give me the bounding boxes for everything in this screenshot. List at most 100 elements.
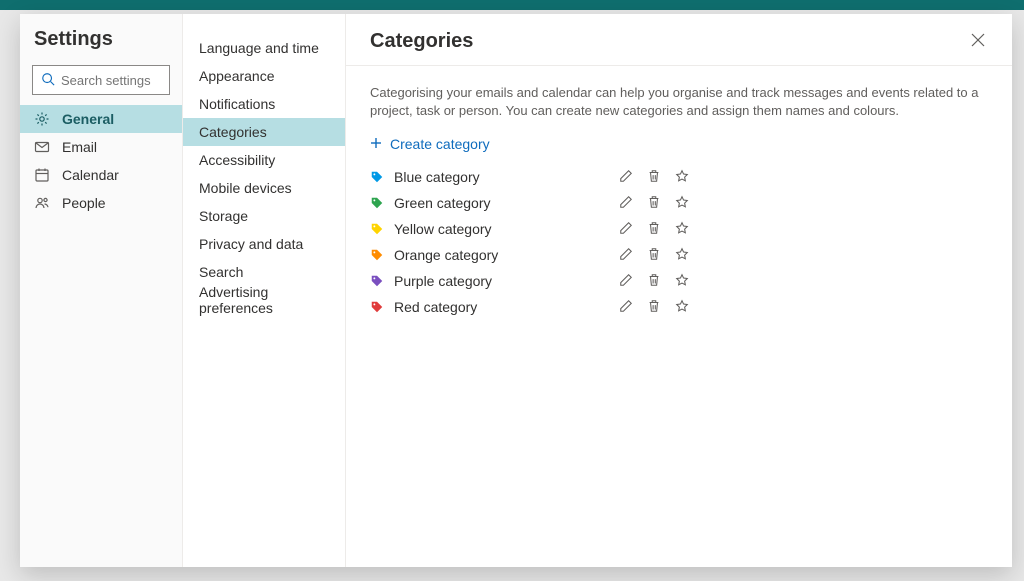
favorite-category-button[interactable] bbox=[674, 195, 690, 211]
panel-description: Categorising your emails and calendar ca… bbox=[370, 84, 988, 120]
category-tag-icon bbox=[370, 300, 384, 314]
create-category-button[interactable]: Create category bbox=[370, 136, 490, 152]
category-row: Purple category bbox=[370, 268, 690, 294]
star-icon bbox=[675, 195, 689, 212]
delete-category-button[interactable] bbox=[646, 169, 662, 185]
subnav-label: Accessibility bbox=[199, 152, 275, 168]
subnav-label: Mobile devices bbox=[199, 180, 292, 196]
panel-title: Categories bbox=[370, 30, 473, 53]
category-tag-icon bbox=[370, 170, 384, 184]
nav-item-label: Email bbox=[62, 139, 97, 155]
edit-category-button[interactable] bbox=[618, 247, 634, 263]
category-row: Yellow category bbox=[370, 216, 690, 242]
pencil-icon bbox=[619, 221, 633, 238]
subnav-label: Storage bbox=[199, 208, 248, 224]
edit-category-button[interactable] bbox=[618, 221, 634, 237]
category-label: Red category bbox=[394, 299, 618, 315]
people-icon bbox=[34, 195, 50, 211]
calendar-icon bbox=[34, 167, 50, 183]
favorite-category-button[interactable] bbox=[674, 273, 690, 289]
subnav-appearance[interactable]: Appearance bbox=[183, 62, 345, 90]
trash-icon bbox=[647, 273, 661, 290]
delete-category-button[interactable] bbox=[646, 299, 662, 315]
trash-icon bbox=[647, 169, 661, 186]
category-tag-icon bbox=[370, 248, 384, 262]
close-button[interactable] bbox=[968, 32, 988, 52]
category-tag-icon bbox=[370, 222, 384, 236]
delete-category-button[interactable] bbox=[646, 221, 662, 237]
category-label: Yellow category bbox=[394, 221, 618, 237]
subnav-label: Language and time bbox=[199, 40, 319, 56]
category-label: Blue category bbox=[394, 169, 618, 185]
subnav-privacy-and-data[interactable]: Privacy and data bbox=[183, 230, 345, 258]
delete-category-button[interactable] bbox=[646, 247, 662, 263]
favorite-category-button[interactable] bbox=[674, 299, 690, 315]
category-list: Blue category Green category Yellow cate… bbox=[370, 164, 988, 320]
gear-icon bbox=[34, 111, 50, 127]
settings-primary-nav: General Email bbox=[20, 105, 182, 217]
nav-email[interactable]: Email bbox=[20, 133, 182, 161]
subnav-label: Advertising preferences bbox=[199, 284, 329, 316]
settings-sidebar-secondary: Language and time Appearance Notificatio… bbox=[183, 14, 346, 567]
category-row: Blue category bbox=[370, 164, 690, 190]
settings-dialog: Settings Gener bbox=[20, 14, 1012, 567]
subnav-storage[interactable]: Storage bbox=[183, 202, 345, 230]
subnav-advertising-preferences[interactable]: Advertising preferences bbox=[183, 286, 345, 314]
subnav-search[interactable]: Search bbox=[183, 258, 345, 286]
edit-category-button[interactable] bbox=[618, 195, 634, 211]
pencil-icon bbox=[619, 169, 633, 186]
delete-category-button[interactable] bbox=[646, 273, 662, 289]
nav-calendar[interactable]: Calendar bbox=[20, 161, 182, 189]
mail-icon bbox=[34, 139, 50, 155]
nav-people[interactable]: People bbox=[20, 189, 182, 217]
subnav-categories[interactable]: Categories bbox=[183, 118, 345, 146]
category-row: Orange category bbox=[370, 242, 690, 268]
category-tag-icon bbox=[370, 196, 384, 210]
app-title-bar bbox=[0, 0, 1024, 10]
subnav-notifications[interactable]: Notifications bbox=[183, 90, 345, 118]
settings-search[interactable] bbox=[32, 65, 170, 95]
edit-category-button[interactable] bbox=[618, 273, 634, 289]
star-icon bbox=[675, 247, 689, 264]
settings-title: Settings bbox=[20, 28, 182, 65]
star-icon bbox=[675, 299, 689, 316]
edit-category-button[interactable] bbox=[618, 299, 634, 315]
subnav-label: Categories bbox=[199, 124, 267, 140]
subnav-label: Appearance bbox=[199, 68, 275, 84]
favorite-category-button[interactable] bbox=[674, 247, 690, 263]
nav-item-label: People bbox=[62, 195, 106, 211]
subnav-accessibility[interactable]: Accessibility bbox=[183, 146, 345, 174]
pencil-icon bbox=[619, 195, 633, 212]
nav-general[interactable]: General bbox=[20, 105, 182, 133]
subnav-label: Search bbox=[199, 264, 243, 280]
favorite-category-button[interactable] bbox=[674, 221, 690, 237]
category-tag-icon bbox=[370, 274, 384, 288]
subnav-label: Privacy and data bbox=[199, 236, 303, 252]
category-row: Green category bbox=[370, 190, 690, 216]
create-category-label: Create category bbox=[390, 136, 490, 152]
settings-secondary-nav: Language and time Appearance Notificatio… bbox=[183, 34, 345, 314]
subnav-language-and-time[interactable]: Language and time bbox=[183, 34, 345, 62]
delete-category-button[interactable] bbox=[646, 195, 662, 211]
star-icon bbox=[675, 169, 689, 186]
pencil-icon bbox=[619, 247, 633, 264]
subnav-mobile-devices[interactable]: Mobile devices bbox=[183, 174, 345, 202]
star-icon bbox=[675, 273, 689, 290]
nav-item-label: Calendar bbox=[62, 167, 119, 183]
category-row: Red category bbox=[370, 294, 690, 320]
trash-icon bbox=[647, 299, 661, 316]
pencil-icon bbox=[619, 299, 633, 316]
edit-category-button[interactable] bbox=[618, 169, 634, 185]
search-icon bbox=[41, 72, 55, 89]
favorite-category-button[interactable] bbox=[674, 169, 690, 185]
category-label: Purple category bbox=[394, 273, 618, 289]
settings-search-input[interactable] bbox=[61, 73, 161, 88]
settings-content-panel: Categories Categorising your emails and … bbox=[346, 14, 1012, 567]
settings-sidebar-primary: Settings Gener bbox=[20, 14, 183, 567]
pencil-icon bbox=[619, 273, 633, 290]
trash-icon bbox=[647, 247, 661, 264]
trash-icon bbox=[647, 221, 661, 238]
close-icon bbox=[971, 33, 985, 50]
plus-icon bbox=[370, 136, 382, 152]
star-icon bbox=[675, 221, 689, 238]
